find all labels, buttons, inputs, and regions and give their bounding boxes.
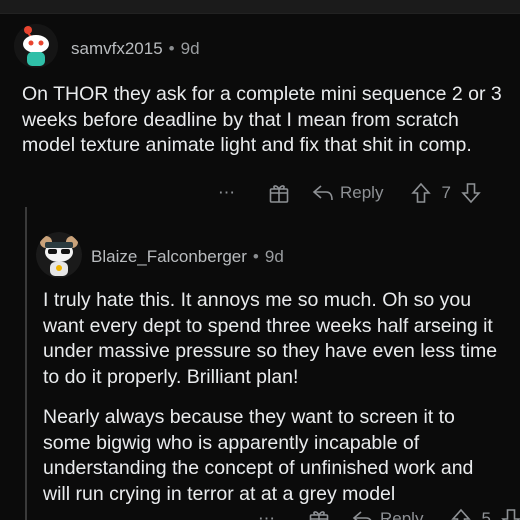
bear-snoo-avatar-icon xyxy=(36,232,82,278)
downvote-arrow-icon xyxy=(461,183,481,204)
comment-actions: ⋯ Reply 7 xyxy=(216,182,481,204)
thread-line[interactable] xyxy=(25,207,27,520)
vote-count: 7 xyxy=(441,183,451,202)
reply-arrow-icon xyxy=(312,185,333,201)
avatar-blaize-falconberger[interactable] xyxy=(36,232,82,278)
award-button[interactable] xyxy=(308,508,330,520)
reply-button[interactable]: Reply xyxy=(352,509,423,520)
more-options-button[interactable]: ⋯ xyxy=(216,183,238,203)
comment-paragraph: Nearly always because they want to scree… xyxy=(43,406,474,505)
meta-separator: • xyxy=(168,39,175,58)
meta-separator: • xyxy=(252,247,259,266)
reply-label: Reply xyxy=(340,183,384,202)
downvote-button[interactable] xyxy=(501,508,520,520)
award-gift-icon xyxy=(309,511,329,520)
reddit-snoo-avatar-icon xyxy=(14,24,58,68)
username[interactable]: Blaize_Falconberger xyxy=(91,247,247,267)
username[interactable]: samvfx2015 xyxy=(71,39,163,59)
reply-arrow-icon xyxy=(352,511,372,520)
reply-button[interactable]: Reply xyxy=(312,183,383,203)
comment-body: I truly hate this. It annoys me so much.… xyxy=(43,288,503,520)
avatar-samvfx2015[interactable] xyxy=(14,24,58,68)
comment-meta: Blaize_Falconberger • 9d xyxy=(91,247,284,267)
award-button[interactable] xyxy=(268,182,290,204)
upvote-button[interactable] xyxy=(451,508,472,520)
comment-age: 9d xyxy=(180,39,200,58)
downvote-button[interactable] xyxy=(461,182,481,204)
upvote-arrow-icon xyxy=(411,182,432,203)
comment-meta: samvfx2015 • 9d xyxy=(71,39,200,59)
more-options-button[interactable]: ⋯ xyxy=(256,509,278,520)
reply-label: Reply xyxy=(380,509,424,520)
comment-paragraph: I truly hate this. It annoys me so much.… xyxy=(43,289,498,388)
upvote-arrow-icon xyxy=(451,508,472,520)
more-options-icon: ⋯ xyxy=(258,509,276,520)
top-toolbar-edge xyxy=(0,0,520,14)
more-options-icon: ⋯ xyxy=(218,183,236,202)
comment-text: On THOR they ask for a complete mini seq… xyxy=(22,83,502,156)
downvote-arrow-icon xyxy=(501,509,520,520)
comment-actions: ⋯ Reply 5 xyxy=(256,508,520,520)
comment-age: 9d xyxy=(264,247,284,266)
vote-count: 5 xyxy=(481,509,491,520)
award-gift-icon xyxy=(269,185,289,203)
upvote-button[interactable] xyxy=(411,182,432,204)
comment-body: On THOR they ask for a complete mini seq… xyxy=(22,82,502,174)
